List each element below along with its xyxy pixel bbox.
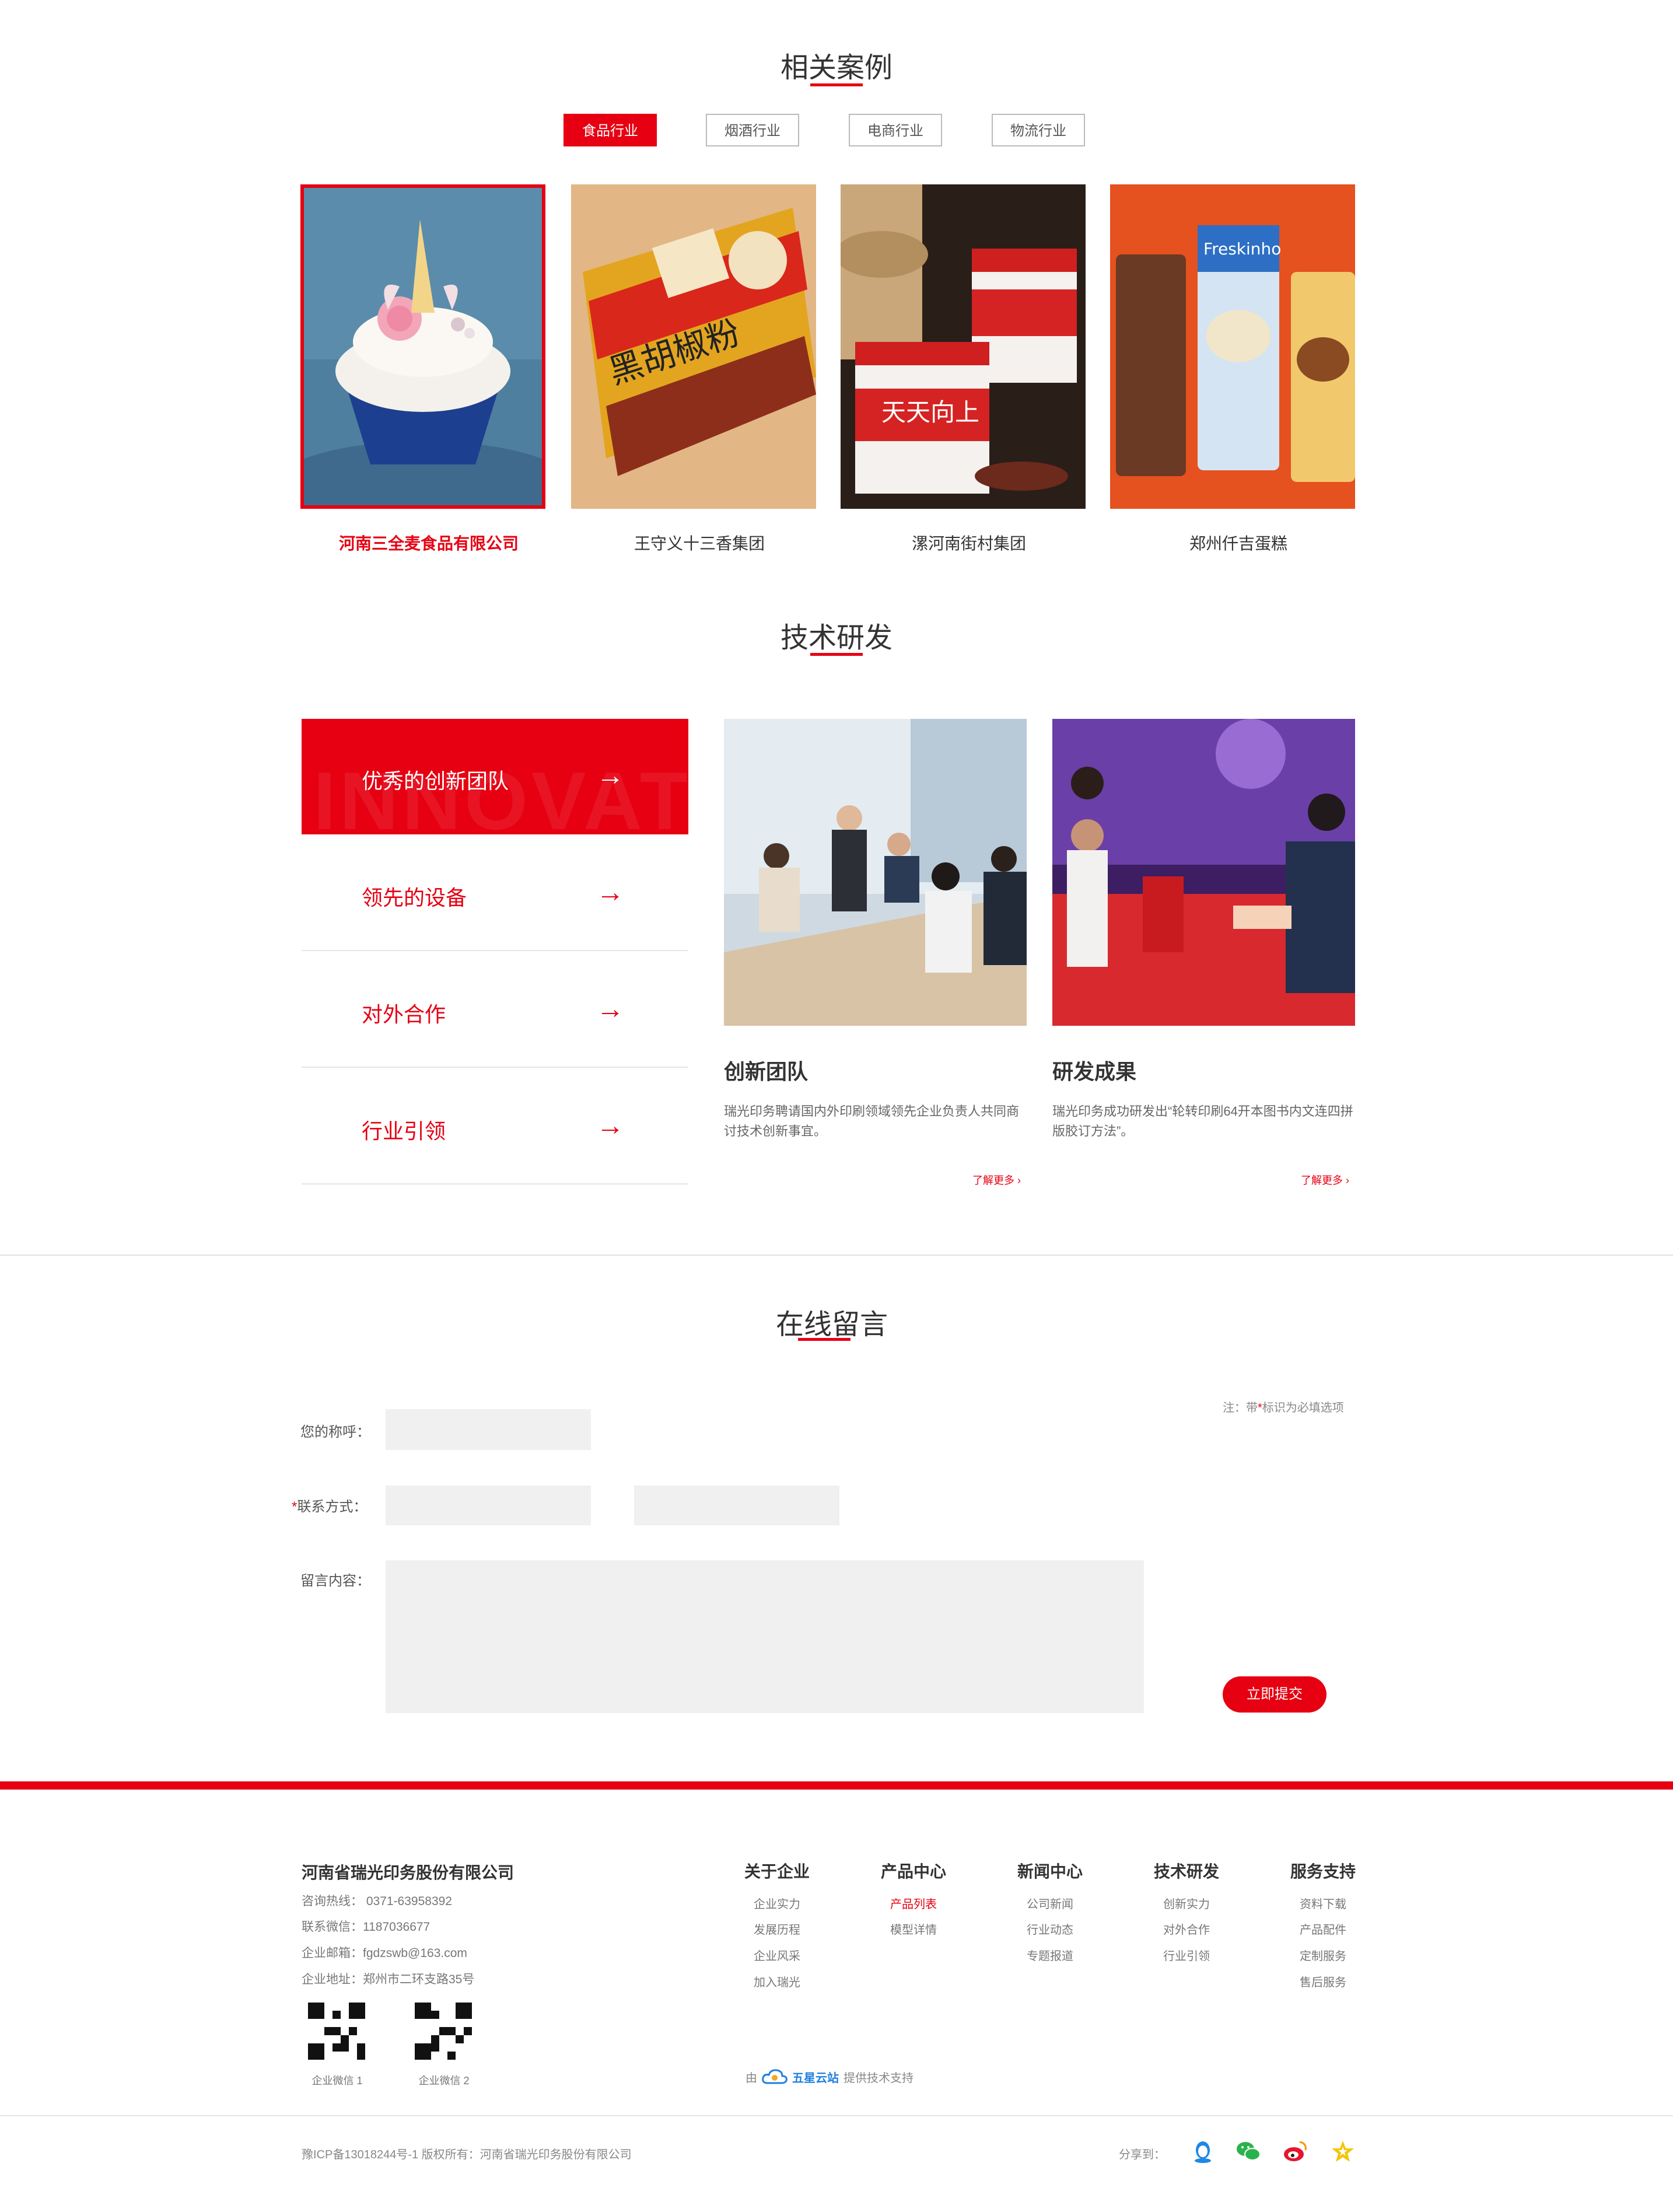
case-caption-sanquan[interactable]: 河南三全麦食品有限公司 [295,531,563,554]
title-underline [798,1338,850,1341]
footer-link[interactable]: 产品列表 [867,1895,960,1912]
copyright: 豫ICP备13018244号-1 版权所有：河南省瑞光印务股份有限公司 [302,2148,632,2161]
tab-ecommerce[interactable]: 电商行业 [849,114,942,146]
wechat-icon[interactable] [1236,2138,1261,2164]
contact-input-2[interactable] [634,1486,839,1525]
required-star: * [1258,1402,1262,1414]
svg-text:天天向上: 天天向上 [881,398,979,427]
footer-link[interactable]: 企业实力 [730,1895,824,1912]
footer-col-about[interactable]: 关于企业 [730,1859,824,1882]
footer-link[interactable]: 发展历程 [730,1920,824,1937]
contact-input-1[interactable] [386,1486,591,1525]
required-note-prefix: 注：带 [1223,1402,1258,1414]
contact-label: *联系方式： [292,1495,367,1515]
footer-link[interactable]: 加入瑞光 [730,1973,824,1990]
qr-code-icon [308,2003,365,2060]
arrow-right-icon: → [596,877,624,908]
required-mark: * [292,1499,298,1515]
tech-item-cooperation[interactable]: 对外合作 → [302,952,688,1068]
arrow-right-icon: → [596,760,624,791]
qr-code-icon [415,2003,472,2060]
required-note-suffix: 标识为必填选项 [1262,1402,1344,1414]
required-note: 注：带*标识为必填选项 [1223,1398,1344,1415]
cloud-logo-icon [762,2068,788,2085]
footer-link[interactable]: 产品配件 [1276,1920,1370,1937]
tech-item-label: 优秀的创新团队 [362,769,509,793]
footer-link[interactable]: 行业引领 [1140,1947,1233,1963]
case-image-sanquan[interactable] [300,184,545,509]
card-desc-results: 瑞光印务成功研发出“轮转印刷64开本图书内文连四拼版胶订方法”。 [1052,1104,1353,1138]
tech-section-title: 技术研发 [780,623,892,654]
qr-caption: 企业微信 2 [418,2075,470,2087]
arrow-right-icon: → [596,994,624,1025]
qq-icon[interactable] [1190,2138,1216,2164]
case-caption-nanjiecun[interactable]: 漯河南街村集团 [835,531,1103,554]
weibo-icon[interactable] [1282,2138,1308,2164]
footer-col-news[interactable]: 新闻中心 [1003,1859,1097,1882]
card-title-results: 研发成果 [1052,1060,1137,1084]
footer-link[interactable]: 定制服务 [1276,1947,1370,1963]
footer-link[interactable]: 行业动态 [1003,1920,1097,1937]
title-underline [810,653,863,656]
message-textarea[interactable] [386,1560,1144,1713]
name-input[interactable] [386,1409,591,1450]
submit-button[interactable]: 立即提交 [1223,1676,1326,1713]
footer-link[interactable]: 专题报道 [1003,1947,1097,1963]
footer-red-bar [0,1781,1673,1790]
case-image-wangshouyi[interactable]: 黑胡椒粉 [571,184,816,509]
footer-link[interactable]: 售后服务 [1276,1973,1370,1990]
footer-address: 企业地址：郑州市二环支路35号 [302,1973,475,1986]
arrow-right-icon: → [596,1110,624,1141]
share-label: 分享到： [1119,2148,1166,2161]
tech-item-label: 行业引领 [362,1119,446,1143]
tech-support: 由 五星云站 提供技术支持 [746,2068,914,2085]
support-prefix: 由 [746,2071,757,2085]
card-title-team: 创新团队 [724,1060,808,1084]
tab-food[interactable]: 食品行业 [564,114,657,146]
footer-link[interactable]: 模型详情 [867,1920,960,1937]
footer-company-name: 河南省瑞光印务股份有限公司 [302,1864,514,1882]
footer-link[interactable]: 创新实力 [1140,1895,1233,1912]
tech-item-equipment[interactable]: 领先的设备 → [302,836,688,951]
read-more-link[interactable]: 了解更多 › [972,1172,1021,1187]
cases-section-title: 相关案例 [780,53,892,83]
footer-link[interactable]: 对外合作 [1140,1920,1233,1937]
footer-col-tech[interactable]: 技术研发 [1140,1859,1233,1882]
case-caption-wangshouyi[interactable]: 王守义十三香集团 [565,531,834,554]
card-desc-team: 瑞光印务聘请国内外印刷领域领先企业负责人共同商讨技术创新事宜。 [724,1104,1020,1138]
tech-item-team[interactable]: INNOVAT 优秀的创新团队 → [302,719,688,847]
support-brand[interactable]: 五星云站 [792,2068,839,2085]
footer-col-products[interactable]: 产品中心 [867,1859,960,1882]
card-image-meeting[interactable] [724,719,1027,1026]
star-favorite-icon[interactable] [1330,2138,1356,2164]
support-suffix: 提供技术支持 [844,2071,914,2085]
footer-email: 企业邮箱：fgdzswb@163.com [302,1947,467,1960]
contact-label-text: 联系方式： [297,1499,368,1515]
message-label: 留言内容： [300,1573,370,1589]
form-section-title: 在线留言 [775,1309,888,1340]
tech-item-label: 领先的设备 [362,886,467,910]
section-divider [0,1254,1673,1256]
footer-link[interactable]: 企业风采 [730,1947,824,1963]
title-underline [810,83,863,86]
svg-text:Freskinho: Freskinho [1203,239,1281,258]
footer-link[interactable]: 公司新闻 [1003,1895,1097,1912]
footer-wechat: 联系微信：1187036677 [302,1920,430,1934]
footer-link[interactable]: 资料下载 [1276,1895,1370,1912]
case-image-qianji[interactable]: Freskinho [1110,184,1355,509]
tech-item-label: 对外合作 [362,1002,446,1026]
footer-col-support[interactable]: 服务支持 [1276,1859,1370,1882]
tech-item-lead[interactable]: 行业引领 → [302,1069,688,1184]
name-label: 您的称呼： [300,1424,370,1440]
read-more-link[interactable]: 了解更多 › [1301,1172,1349,1187]
qr-caption: 企业微信 1 [312,2075,363,2087]
footer-divider [0,2115,1673,2116]
tab-logistics[interactable]: 物流行业 [992,114,1085,146]
case-caption-qianji[interactable]: 郑州仟吉蛋糕 [1104,531,1373,554]
tab-tobacco[interactable]: 烟酒行业 [706,114,799,146]
card-image-award[interactable] [1052,719,1355,1026]
footer-hotline: 咨询热线： 0371-63958392 [302,1895,452,1908]
case-image-nanjiecun[interactable]: 天天向上 [841,184,1086,509]
